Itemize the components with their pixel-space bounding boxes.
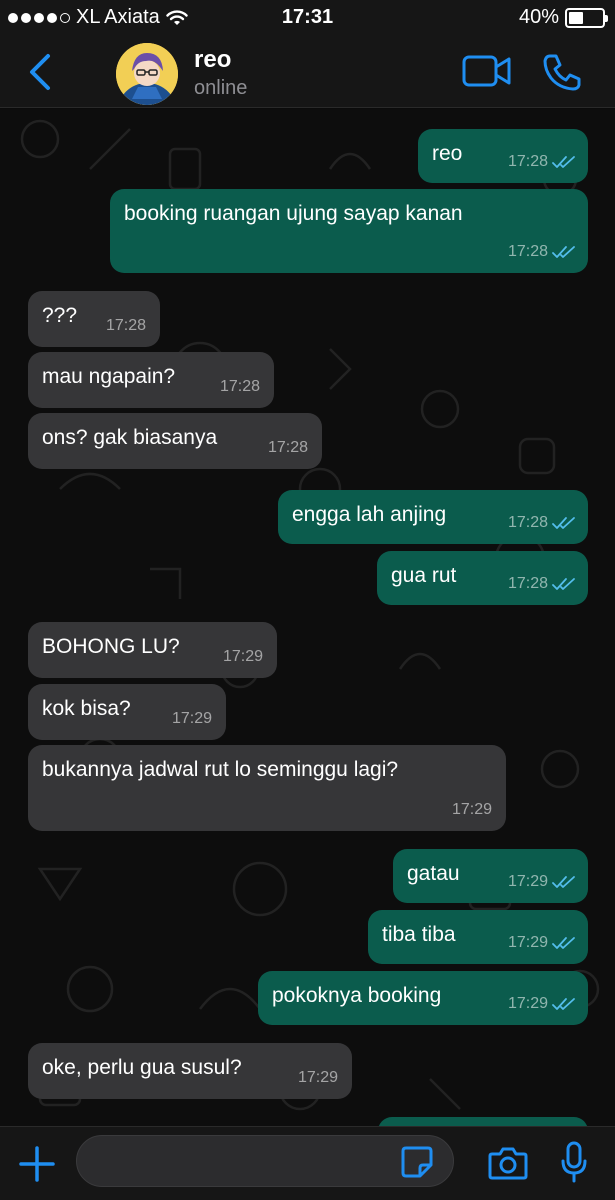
message-text: reo (432, 142, 463, 165)
battery-percent: 40% (518, 6, 559, 28)
message-time: 17:29 (171, 710, 212, 727)
incoming-message[interactable]: kok bisa? 17:29 (28, 684, 226, 740)
outgoing-message[interactable]: tiba tiba 17:29 (368, 910, 588, 964)
microphone-icon[interactable] (560, 1141, 588, 1185)
message-meta: 17:29 (452, 797, 492, 823)
message-meta: 17:28 (106, 313, 146, 339)
message-text: BOHONG LU? (42, 635, 180, 658)
message-text: bukannya jadwal rut lo seminggu lagi? (42, 758, 399, 781)
outgoing-message[interactable]: reo 17:28 (418, 129, 588, 183)
message-meta: 17:29 (508, 869, 576, 895)
contact-status: online (194, 77, 248, 99)
message-text: gatau (407, 862, 460, 885)
incoming-message[interactable]: oke, perlu gua susul? 17:29 (28, 1043, 352, 1099)
message-meta: 17:28 (508, 510, 576, 536)
chevron-left-icon[interactable] (22, 52, 58, 92)
message-meta: 17:29 (172, 706, 212, 732)
chat-header: reo online (0, 36, 615, 108)
incoming-message[interactable]: BOHONG LU? 17:29 (28, 622, 277, 678)
message-time: 17:28 (507, 153, 548, 170)
double-check-icon (552, 246, 575, 258)
message-time: 17:28 (105, 317, 146, 334)
message-time: 17:29 (507, 934, 548, 951)
message-time: 17:28 (219, 378, 260, 395)
incoming-message[interactable]: bukannya jadwal rut lo seminggu lagi? 17:… (28, 745, 506, 831)
message-text: engga lah anjing (292, 503, 447, 526)
double-check-icon (552, 998, 575, 1010)
camera-icon[interactable] (488, 1145, 528, 1181)
message-text: kok bisa? (42, 697, 131, 720)
message-text: ??? (42, 304, 78, 327)
incoming-message[interactable]: mau ngapain? 17:28 (28, 352, 274, 408)
message-time: 17:29 (507, 995, 548, 1012)
avatar[interactable] (116, 43, 178, 105)
outgoing-message[interactable]: gatau 17:29 (393, 849, 588, 903)
message-text: ons? gak biasanya (42, 426, 218, 449)
outgoing-message[interactable]: booking ruangan ujung sayap kanan 17:28 (110, 189, 588, 273)
outgoing-message[interactable]: gua rut 17:28 (377, 551, 588, 605)
message-meta: 17:28 (220, 374, 260, 400)
double-check-icon (552, 937, 575, 949)
sticker-icon[interactable] (400, 1145, 434, 1179)
message-text: oke, perlu gua susul? (42, 1056, 242, 1079)
message-time: 17:28 (507, 575, 548, 592)
outgoing-message[interactable]: engga lah anjing 17:28 (278, 490, 588, 544)
battery-icon (565, 7, 608, 28)
message-meta: 17:28 (508, 571, 576, 597)
message-time: 17:29 (451, 801, 492, 818)
message-time: 17:28 (507, 514, 548, 531)
message-text: gua rut (391, 564, 457, 587)
message-meta: 17:28 (268, 435, 308, 461)
outgoing-message-partial[interactable] (378, 1117, 588, 1126)
message-text: booking ruangan ujung sayap kanan (124, 202, 463, 225)
double-check-icon (552, 578, 575, 590)
incoming-message[interactable]: ons? gak biasanya 17:28 (28, 413, 322, 469)
message-time: 17:29 (507, 873, 548, 890)
input-bar (0, 1126, 615, 1200)
status-bar: XL Axiata 17:31 40% (0, 0, 615, 36)
message-meta: 17:29 (508, 991, 576, 1017)
outgoing-message[interactable]: pokoknya booking 17:29 (258, 971, 588, 1025)
double-check-icon (552, 876, 575, 888)
incoming-message[interactable]: ??? 17:28 (28, 291, 160, 347)
message-input[interactable] (76, 1135, 454, 1187)
message-text: mau ngapain? (42, 365, 176, 388)
message-time: 17:29 (297, 1069, 338, 1086)
message-meta: 17:29 (223, 644, 263, 670)
message-time: 17:28 (507, 243, 548, 260)
message-meta: 17:29 (508, 930, 576, 956)
message-text: pokoknya booking (272, 984, 442, 1007)
message-time: 17:29 (222, 648, 263, 665)
message-time: 17:28 (267, 439, 308, 456)
chat-area[interactable]: reo 17:28 booking ruangan ujung sayap kana… (0, 109, 615, 1126)
message-text: tiba tiba (382, 923, 456, 946)
phone-icon[interactable] (542, 52, 582, 92)
double-check-icon (552, 156, 575, 168)
contact-name[interactable]: reo (194, 46, 231, 74)
double-check-icon (552, 517, 575, 529)
video-camera-icon[interactable] (462, 54, 512, 88)
plus-icon[interactable] (18, 1145, 56, 1183)
message-meta: 17:28 (508, 239, 576, 265)
message-meta: 17:29 (298, 1065, 338, 1091)
battery-area: 40% (518, 6, 608, 29)
message-meta: 17:28 (508, 149, 576, 175)
